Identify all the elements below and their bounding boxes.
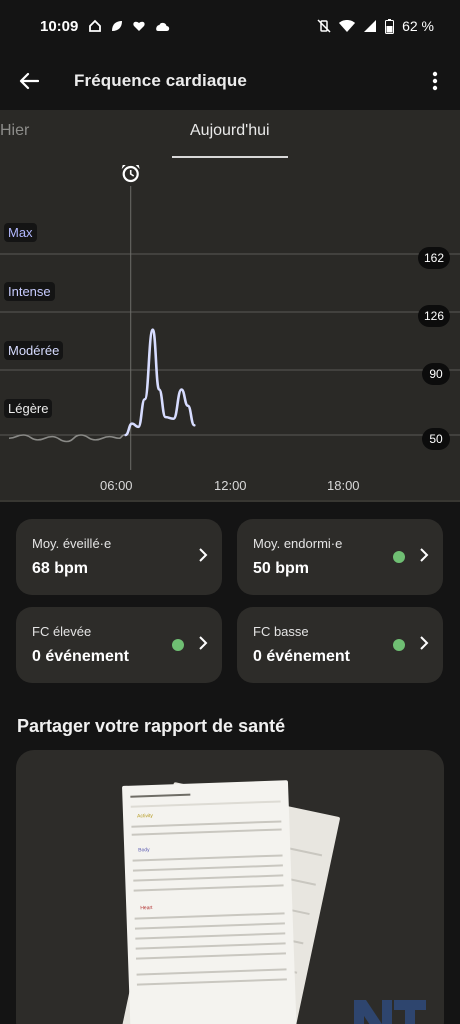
status-dot: [172, 639, 184, 651]
card-avg-awake[interactable]: Moy. éveillé·e 68 bpm: [16, 519, 222, 595]
x-tick-0600: 06:00: [100, 478, 133, 493]
page-title: Fréquence cardiaque: [74, 71, 247, 90]
nt-blog-watermark-logo: [354, 1000, 426, 1024]
sleep-heart-rate-line: [8, 434, 125, 443]
y-tick-50: 50: [422, 428, 450, 450]
tab-yesterday[interactable]: Hier: [0, 122, 29, 140]
chevron-right-icon: [199, 636, 208, 650]
signal-icon: [364, 20, 377, 32]
more-options-button[interactable]: [410, 52, 460, 110]
card-value: 68 bpm: [32, 560, 89, 577]
zone-label-max: Max: [4, 223, 37, 242]
report-preview-front-page: Activity Body Heart: [122, 780, 298, 1024]
share-report-card[interactable]: Activity Body Heart: [16, 750, 444, 1024]
status-dot: [393, 639, 405, 651]
more-vert-icon: [432, 71, 438, 91]
battery-icon: [385, 18, 395, 34]
doc-section-heart: Heart: [140, 905, 153, 912]
awake-heart-rate-line: [124, 328, 196, 437]
card-value: 0 événement: [253, 648, 350, 665]
card-avg-asleep[interactable]: Moy. endormi·e 50 bpm: [237, 519, 443, 595]
leaf-icon: [112, 21, 123, 31]
card-value: 0 événement: [32, 648, 129, 665]
zone-label-intense: Intense: [4, 282, 55, 301]
cloud-icon: [156, 22, 170, 31]
home-icon: [89, 19, 102, 32]
chevron-right-icon: [199, 548, 208, 562]
status-dot: [393, 551, 405, 563]
y-tick-90: 90: [422, 363, 450, 385]
share-report-title: Partager votre rapport de santé: [17, 716, 286, 736]
doc-section-activity: Activity: [136, 812, 154, 820]
card-label: Moy. endormi·e: [253, 536, 343, 551]
app-bar: Fréquence cardiaque: [0, 52, 460, 110]
heart-icon: [133, 21, 146, 31]
status-left-icons: [88, 19, 170, 33]
zone-label-light: Légère: [4, 399, 53, 418]
status-time: 10:09: [40, 17, 79, 35]
card-label: FC élevée: [32, 624, 92, 639]
card-label: FC basse: [253, 624, 309, 639]
arrow-left-icon: [19, 72, 39, 90]
chevron-right-icon: [420, 548, 429, 562]
doc-section-body: Body: [138, 847, 150, 854]
x-tick-1800: 18:00: [327, 478, 360, 493]
chevron-right-icon: [420, 636, 429, 650]
zone-label-moderate: Modérée: [4, 341, 64, 360]
card-label: Moy. éveillé·e: [32, 536, 112, 551]
back-button[interactable]: [0, 52, 58, 110]
status-right: 62 %: [317, 18, 434, 34]
y-tick-126: 126: [417, 305, 450, 327]
heart-rate-chart-panel: Hier Aujourd'hui Max Intense Modérée Lég…: [0, 110, 460, 502]
card-low-hr[interactable]: FC basse 0 événement: [237, 607, 443, 683]
alarm-clock-icon: [121, 165, 140, 183]
y-tick-162: 162: [417, 247, 450, 269]
card-value: 50 bpm: [253, 560, 310, 577]
status-bar: 10:09 62 %: [0, 0, 460, 52]
vibrate-off-icon: [317, 19, 331, 33]
heart-rate-chart[interactable]: [0, 158, 460, 502]
wifi-icon: [339, 20, 356, 32]
tab-today[interactable]: Aujourd'hui: [190, 122, 270, 140]
x-tick-1200: 12:00: [214, 478, 247, 493]
card-high-hr[interactable]: FC élevée 0 événement: [16, 607, 222, 683]
battery-percent: 62 %: [402, 18, 434, 34]
day-tabs: Hier Aujourd'hui: [0, 110, 460, 158]
